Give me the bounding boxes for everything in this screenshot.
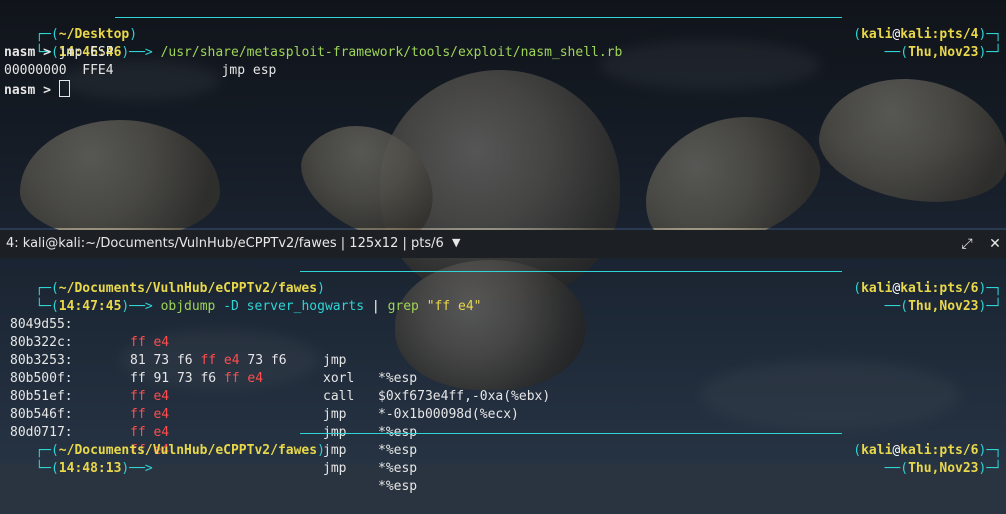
prompt-time: 14:48:13	[58, 461, 122, 476]
prompt-host: (kali@kali:pts/4)─┐	[853, 27, 1002, 42]
table-row: 80b500f: ff e4 jmp *%esp	[10, 371, 418, 440]
nasm-active-prompt[interactable]: nasm >	[4, 80, 70, 98]
terminal-pane-bottom[interactable]: ┌─(~/Documents/VulnHub/eCPPTv2/fawes) (k…	[0, 258, 1006, 494]
prompt-line-1: ┌─(~/Documents/VulnHub/eCPPTv2/fawes)	[35, 281, 325, 296]
table-row: 8049d55: ff e4 jmp *%esp	[10, 317, 418, 386]
maximize-icon[interactable]: ⤢	[958, 235, 976, 253]
table-row: 80b3253: ff 91 73 f6 ff e4 call *-0x1b00…	[10, 353, 519, 422]
prompt-rule	[115, 17, 842, 18]
table-row: 80d0717: ff e4 jmp *%esp	[10, 425, 418, 494]
prompt-host: (kali@kali:pts/6)─┐	[853, 443, 1002, 458]
table-row: 80b51ef: ff e4 jmp *%esp	[10, 389, 418, 458]
nasm-output-line: 00000000 FFE4 jmp esp	[4, 63, 277, 78]
prompt-date: ──(Thu,Nov23)─┘	[884, 461, 1002, 476]
command-text: /usr/share/metasploit-framework/tools/ex…	[160, 45, 623, 60]
prompt-date: ──(Thu,Nov23)─┘	[884, 299, 1002, 314]
terminal-titlebar[interactable]: 4: kali@kali:~/Documents/VulnHub/eCPPTv2…	[0, 230, 1006, 258]
caret-down-icon[interactable]: ▼	[452, 236, 460, 249]
prompt-line-2: └─(14:47:45)──> objdump -D server_hogwar…	[35, 299, 482, 314]
prompt-rule	[300, 271, 842, 272]
prompt-line-2: └─(14:46:46)──> /usr/share/metasploit-fr…	[35, 45, 623, 60]
prompt-rule	[300, 433, 842, 434]
text-cursor	[58, 80, 70, 97]
terminal-pane-top[interactable]: ┌─(~/Desktop) (kali@kali:pts/4)─┐ └─(14:…	[0, 0, 1006, 228]
prompt-date: ──(Thu,Nov23)─┘	[884, 45, 1002, 60]
table-row: 80b546f: ff e4 jmp *%esp	[10, 407, 418, 476]
prompt-host: (kali@kali:pts/6)─┐	[853, 281, 1002, 296]
active-prompt[interactable]: └─(14:48:13)──>	[4, 442, 161, 476]
close-icon[interactable]: ✕	[986, 235, 1004, 253]
prompt-line-1: ┌─(~/Documents/VulnHub/eCPPTv2/fawes)	[35, 443, 325, 458]
terminal-title: 4: kali@kali:~/Documents/VulnHub/eCPPTv2…	[6, 236, 444, 251]
nasm-input-line: nasm > jmp ESP	[4, 45, 114, 60]
table-row: 80b322c: 81 73 f6 ff e4 73 f6 xorl $0xf6…	[10, 335, 551, 404]
